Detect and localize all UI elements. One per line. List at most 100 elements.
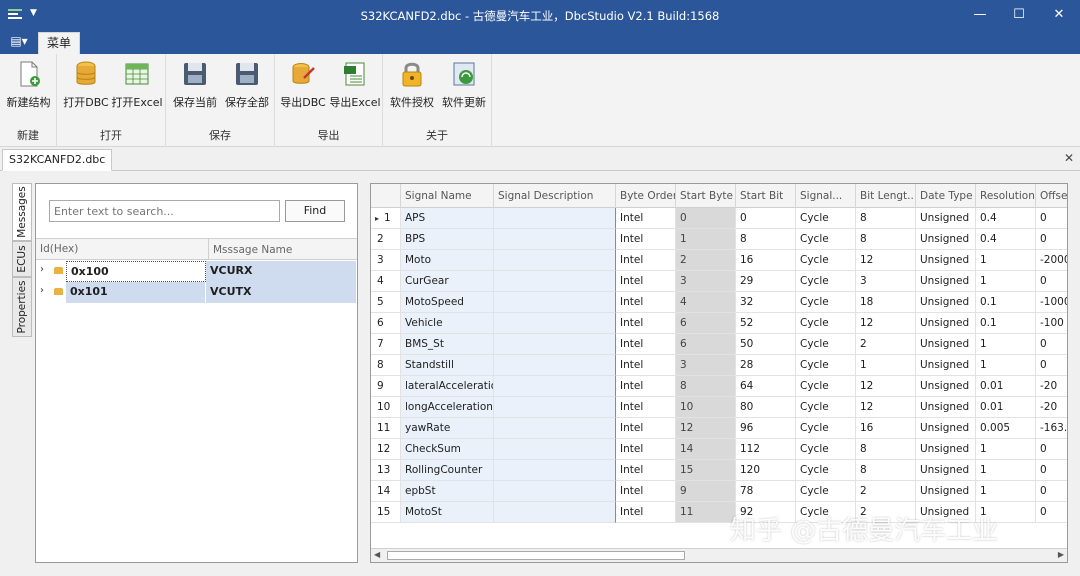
bit-length-cell[interactable]: 8 (856, 439, 916, 460)
column-header[interactable]: Date Type (916, 184, 976, 208)
bit-length-cell[interactable]: 12 (856, 313, 916, 334)
start-byte-cell[interactable]: 12 (676, 418, 736, 439)
data-type-cell[interactable]: Unsigned (916, 208, 976, 229)
data-type-cell[interactable]: Unsigned (916, 439, 976, 460)
data-type-cell[interactable]: Unsigned (916, 250, 976, 271)
start-byte-cell[interactable]: 10 (676, 397, 736, 418)
column-header[interactable]: Bit Lengt... (856, 184, 916, 208)
table-row[interactable]: 1 APS Intel 0 0 Cycle 8 Unsigned 0.4 0 ▸ (371, 208, 1067, 229)
signal-description-cell[interactable] (494, 502, 616, 523)
byte-order-cell[interactable]: Intel (616, 313, 676, 334)
offset-cell[interactable]: -20 (1036, 397, 1067, 418)
signal-description-cell[interactable] (494, 250, 616, 271)
signal-type-cell[interactable]: Cycle (796, 481, 856, 502)
expand-chevron-icon[interactable]: › (40, 264, 44, 275)
column-header[interactable]: Signal Description (494, 184, 616, 208)
expand-chevron-icon[interactable]: › (40, 285, 44, 296)
start-bit-cell[interactable]: 52 (736, 313, 796, 334)
resolution-cell[interactable]: 0.005 (976, 418, 1036, 439)
signal-type-cell[interactable]: Cycle (796, 460, 856, 481)
byte-order-cell[interactable]: Intel (616, 460, 676, 481)
byte-order-cell[interactable]: Intel (616, 208, 676, 229)
signal-name-cell[interactable]: Standstill (401, 355, 494, 376)
data-type-cell[interactable]: Unsigned (916, 292, 976, 313)
bit-length-cell[interactable]: 16 (856, 418, 916, 439)
signal-description-cell[interactable] (494, 208, 616, 229)
byte-order-cell[interactable]: Intel (616, 481, 676, 502)
byte-order-cell[interactable]: Intel (616, 376, 676, 397)
resolution-cell[interactable]: 0.1 (976, 313, 1036, 334)
byte-order-cell[interactable]: Intel (616, 355, 676, 376)
signal-description-cell[interactable] (494, 313, 616, 334)
signal-type-cell[interactable]: Cycle (796, 376, 856, 397)
signal-name-cell[interactable]: BMS_St (401, 334, 494, 355)
new-structure-button[interactable]: 新建结构 (2, 58, 55, 116)
start-bit-cell[interactable]: 28 (736, 355, 796, 376)
column-header[interactable]: Signal... (796, 184, 856, 208)
signal-type-cell[interactable]: Cycle (796, 229, 856, 250)
start-bit-cell[interactable]: 50 (736, 334, 796, 355)
start-byte-cell[interactable]: 3 (676, 355, 736, 376)
start-byte-cell[interactable]: 2 (676, 250, 736, 271)
data-type-cell[interactable]: Unsigned (916, 355, 976, 376)
signal-name-cell[interactable]: BPS (401, 229, 494, 250)
signal-description-cell[interactable] (494, 439, 616, 460)
signal-type-cell[interactable]: Cycle (796, 292, 856, 313)
resolution-cell[interactable]: 0.4 (976, 208, 1036, 229)
start-bit-cell[interactable]: 16 (736, 250, 796, 271)
start-bit-cell[interactable]: 80 (736, 397, 796, 418)
column-header-id[interactable]: Id(Hex) (40, 243, 78, 255)
side-tab-properties[interactable]: Properties (12, 277, 32, 337)
data-type-cell[interactable]: Unsigned (916, 334, 976, 355)
byte-order-cell[interactable]: Intel (616, 250, 676, 271)
find-button[interactable]: Find (285, 200, 345, 222)
start-byte-cell[interactable]: 6 (676, 313, 736, 334)
message-row[interactable]: › 0x101 VCUTX (36, 282, 357, 303)
tab-menu[interactable]: 菜单 (38, 32, 80, 54)
signal-name-cell[interactable]: CheckSum (401, 439, 494, 460)
signal-description-cell[interactable] (494, 481, 616, 502)
signal-description-cell[interactable] (494, 355, 616, 376)
table-row[interactable]: 11 yawRate Intel 12 96 Cycle 16 Unsigned 0.005 -1… (371, 418, 1067, 439)
data-type-cell[interactable]: Unsigned (916, 229, 976, 250)
application-menu-button[interactable]: ▤▾ (6, 34, 32, 52)
offset-cell[interactable]: 0 (1036, 229, 1067, 250)
table-row[interactable]: 12 CheckSum Intel 14 112 Cycle 8 Unsigned 1 0 (371, 439, 1067, 460)
signal-name-cell[interactable]: RollingCounter (401, 460, 494, 481)
signal-name-cell[interactable]: MotoSt (401, 502, 494, 523)
start-byte-cell[interactable]: 4 (676, 292, 736, 313)
resolution-cell[interactable]: 1 (976, 481, 1036, 502)
column-header[interactable]: Byte Order (616, 184, 676, 208)
signal-description-cell[interactable] (494, 334, 616, 355)
byte-order-cell[interactable]: Intel (616, 397, 676, 418)
export-excel-button[interactable]: 导出Excel (328, 58, 382, 116)
column-header[interactable]: Resolution (976, 184, 1036, 208)
signal-description-cell[interactable] (494, 418, 616, 439)
document-tab[interactable]: S32KCANFD2.dbc (2, 149, 113, 171)
data-type-cell[interactable]: Unsigned (916, 271, 976, 292)
table-row[interactable]: 2 BPS Intel 1 8 Cycle 8 Unsigned 0.4 0 (371, 229, 1067, 250)
bit-length-cell[interactable]: 3 (856, 271, 916, 292)
start-byte-cell[interactable]: 9 (676, 481, 736, 502)
resolution-cell[interactable]: 1 (976, 439, 1036, 460)
table-row[interactable]: 7 BMS_St Intel 6 50 Cycle 2 Unsigned 1 0 (371, 334, 1067, 355)
column-header[interactable]: Offset (1036, 184, 1067, 208)
table-row[interactable]: 14 epbSt Intel 9 78 Cycle 2 Unsigned 1 0 (371, 481, 1067, 502)
signal-description-cell[interactable] (494, 229, 616, 250)
resolution-cell[interactable]: 0.4 (976, 229, 1036, 250)
scrollbar-thumb[interactable] (387, 551, 685, 560)
signal-name-cell[interactable]: MotoSpeed (401, 292, 494, 313)
data-type-cell[interactable]: Unsigned (916, 313, 976, 334)
data-type-cell[interactable]: Unsigned (916, 397, 976, 418)
offset-cell[interactable]: 0 (1036, 460, 1067, 481)
bit-length-cell[interactable]: 1 (856, 355, 916, 376)
table-row[interactable]: 13 RollingCounter Intel 15 120 Cycle 8 Unsigned… (371, 460, 1067, 481)
start-byte-cell[interactable]: 6 (676, 334, 736, 355)
resolution-cell[interactable]: 0.1 (976, 292, 1036, 313)
message-id-cell[interactable]: 0x101 (66, 282, 206, 303)
signal-type-cell[interactable]: Cycle (796, 355, 856, 376)
table-row[interactable]: 6 Vehicle Intel 6 52 Cycle 12 Unsigned 0.1 -100 (371, 313, 1067, 334)
signal-name-cell[interactable]: lateralAcceleration (401, 376, 494, 397)
export-dbc-button[interactable]: 导出DBC (278, 58, 328, 116)
software-update-button[interactable]: 软件更新 (438, 58, 490, 116)
